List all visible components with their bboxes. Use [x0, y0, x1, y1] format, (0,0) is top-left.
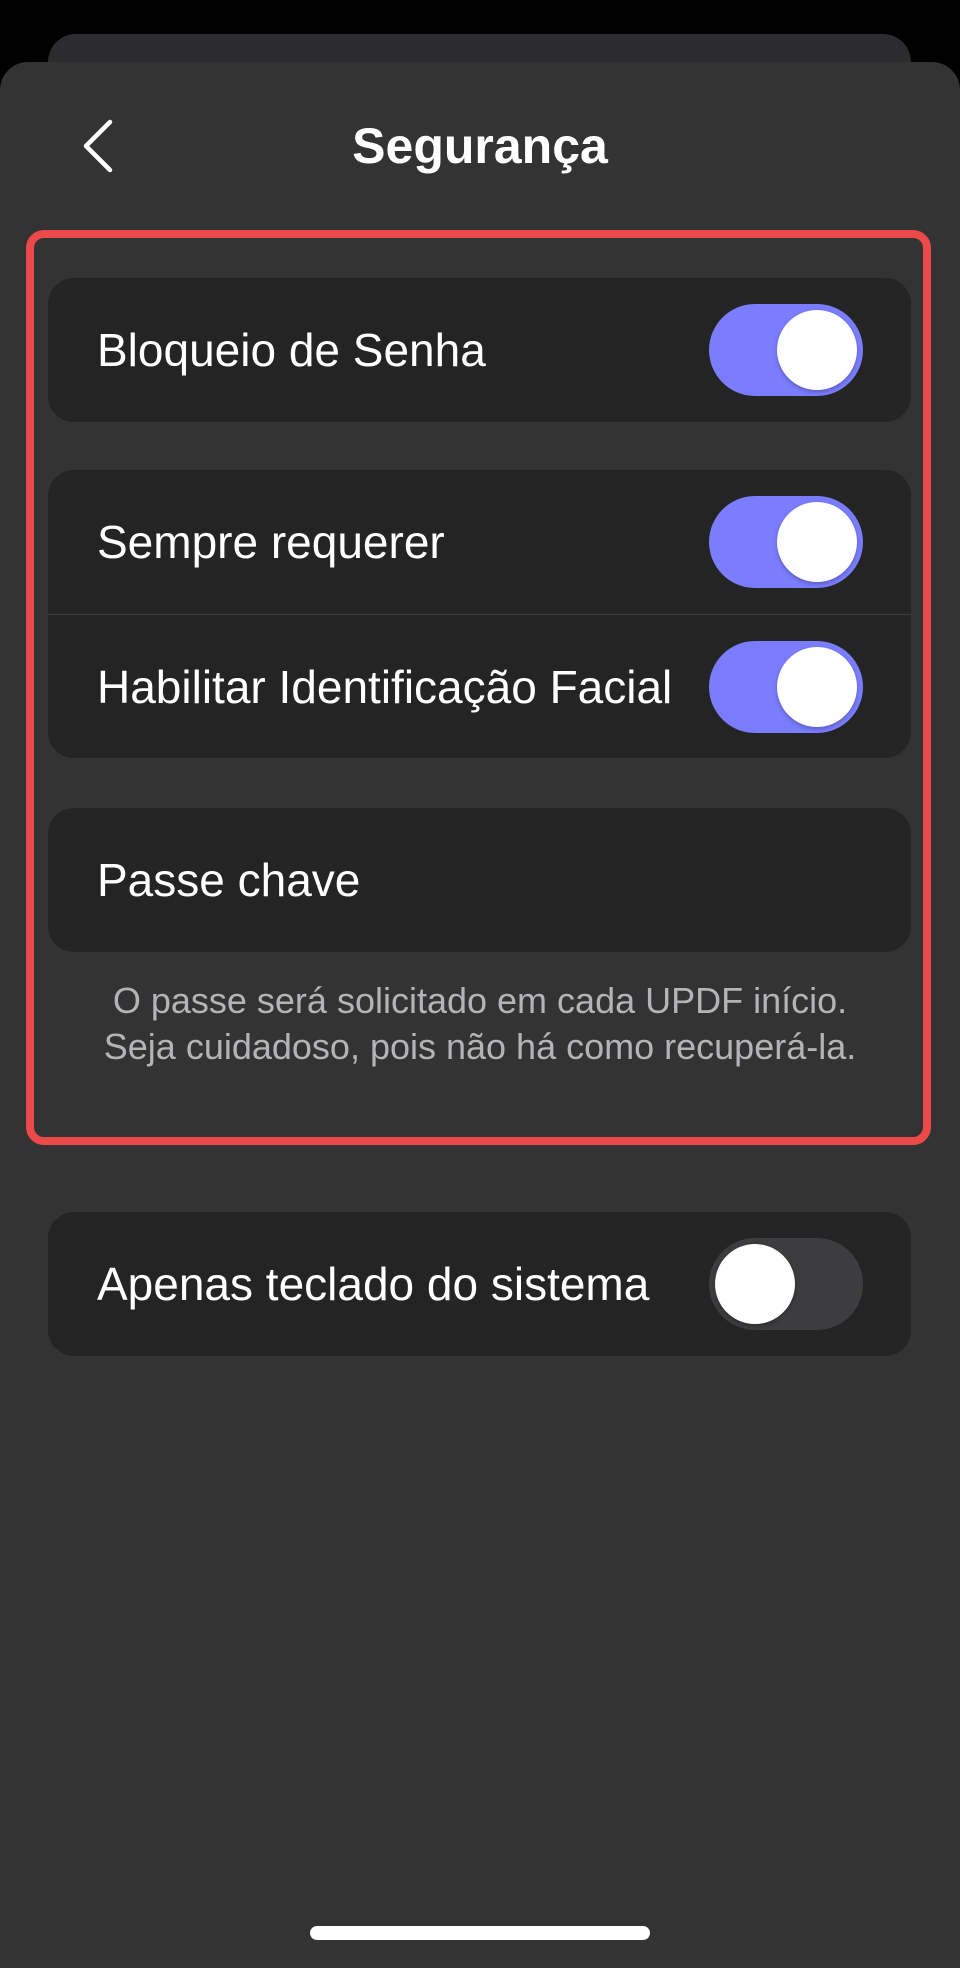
face-id-label: Habilitar Identificação Facial	[97, 660, 673, 713]
passkey-footnote: O passe será solicitado em cada UPDF iní…	[103, 980, 857, 1067]
password-lock-row: Bloqueio de Senha	[48, 278, 911, 422]
home-indicator	[310, 1926, 650, 1940]
toggle-knob	[777, 310, 857, 390]
face-id-row: Habilitar Identificação Facial	[48, 614, 911, 758]
system-keyboard-label: Apenas teclado do sistema	[97, 1258, 650, 1310]
passkey-label: Passe chave	[97, 854, 361, 906]
password-lock-toggle[interactable]	[709, 304, 863, 396]
lock-options-group: Sempre requerer Habilitar Identificação …	[48, 470, 911, 758]
always-require-row: Sempre requerer	[48, 470, 911, 614]
passkey-row[interactable]: Passe chave	[48, 808, 911, 952]
passkey-group: Passe chave	[48, 808, 911, 952]
page-title: Segurança	[352, 118, 608, 174]
keyboard-group: Apenas teclado do sistema	[48, 1212, 911, 1356]
toggle-knob	[715, 1244, 795, 1324]
password-lock-group: Bloqueio de Senha	[48, 278, 911, 422]
toggle-knob	[777, 646, 857, 727]
system-keyboard-row: Apenas teclado do sistema	[48, 1212, 911, 1356]
password-lock-label: Bloqueio de Senha	[97, 324, 486, 376]
system-keyboard-toggle[interactable]	[709, 1238, 863, 1330]
toggle-knob	[777, 502, 857, 582]
always-require-toggle[interactable]	[709, 496, 863, 588]
always-require-label: Sempre requerer	[97, 516, 445, 568]
face-id-toggle[interactable]	[709, 640, 863, 733]
